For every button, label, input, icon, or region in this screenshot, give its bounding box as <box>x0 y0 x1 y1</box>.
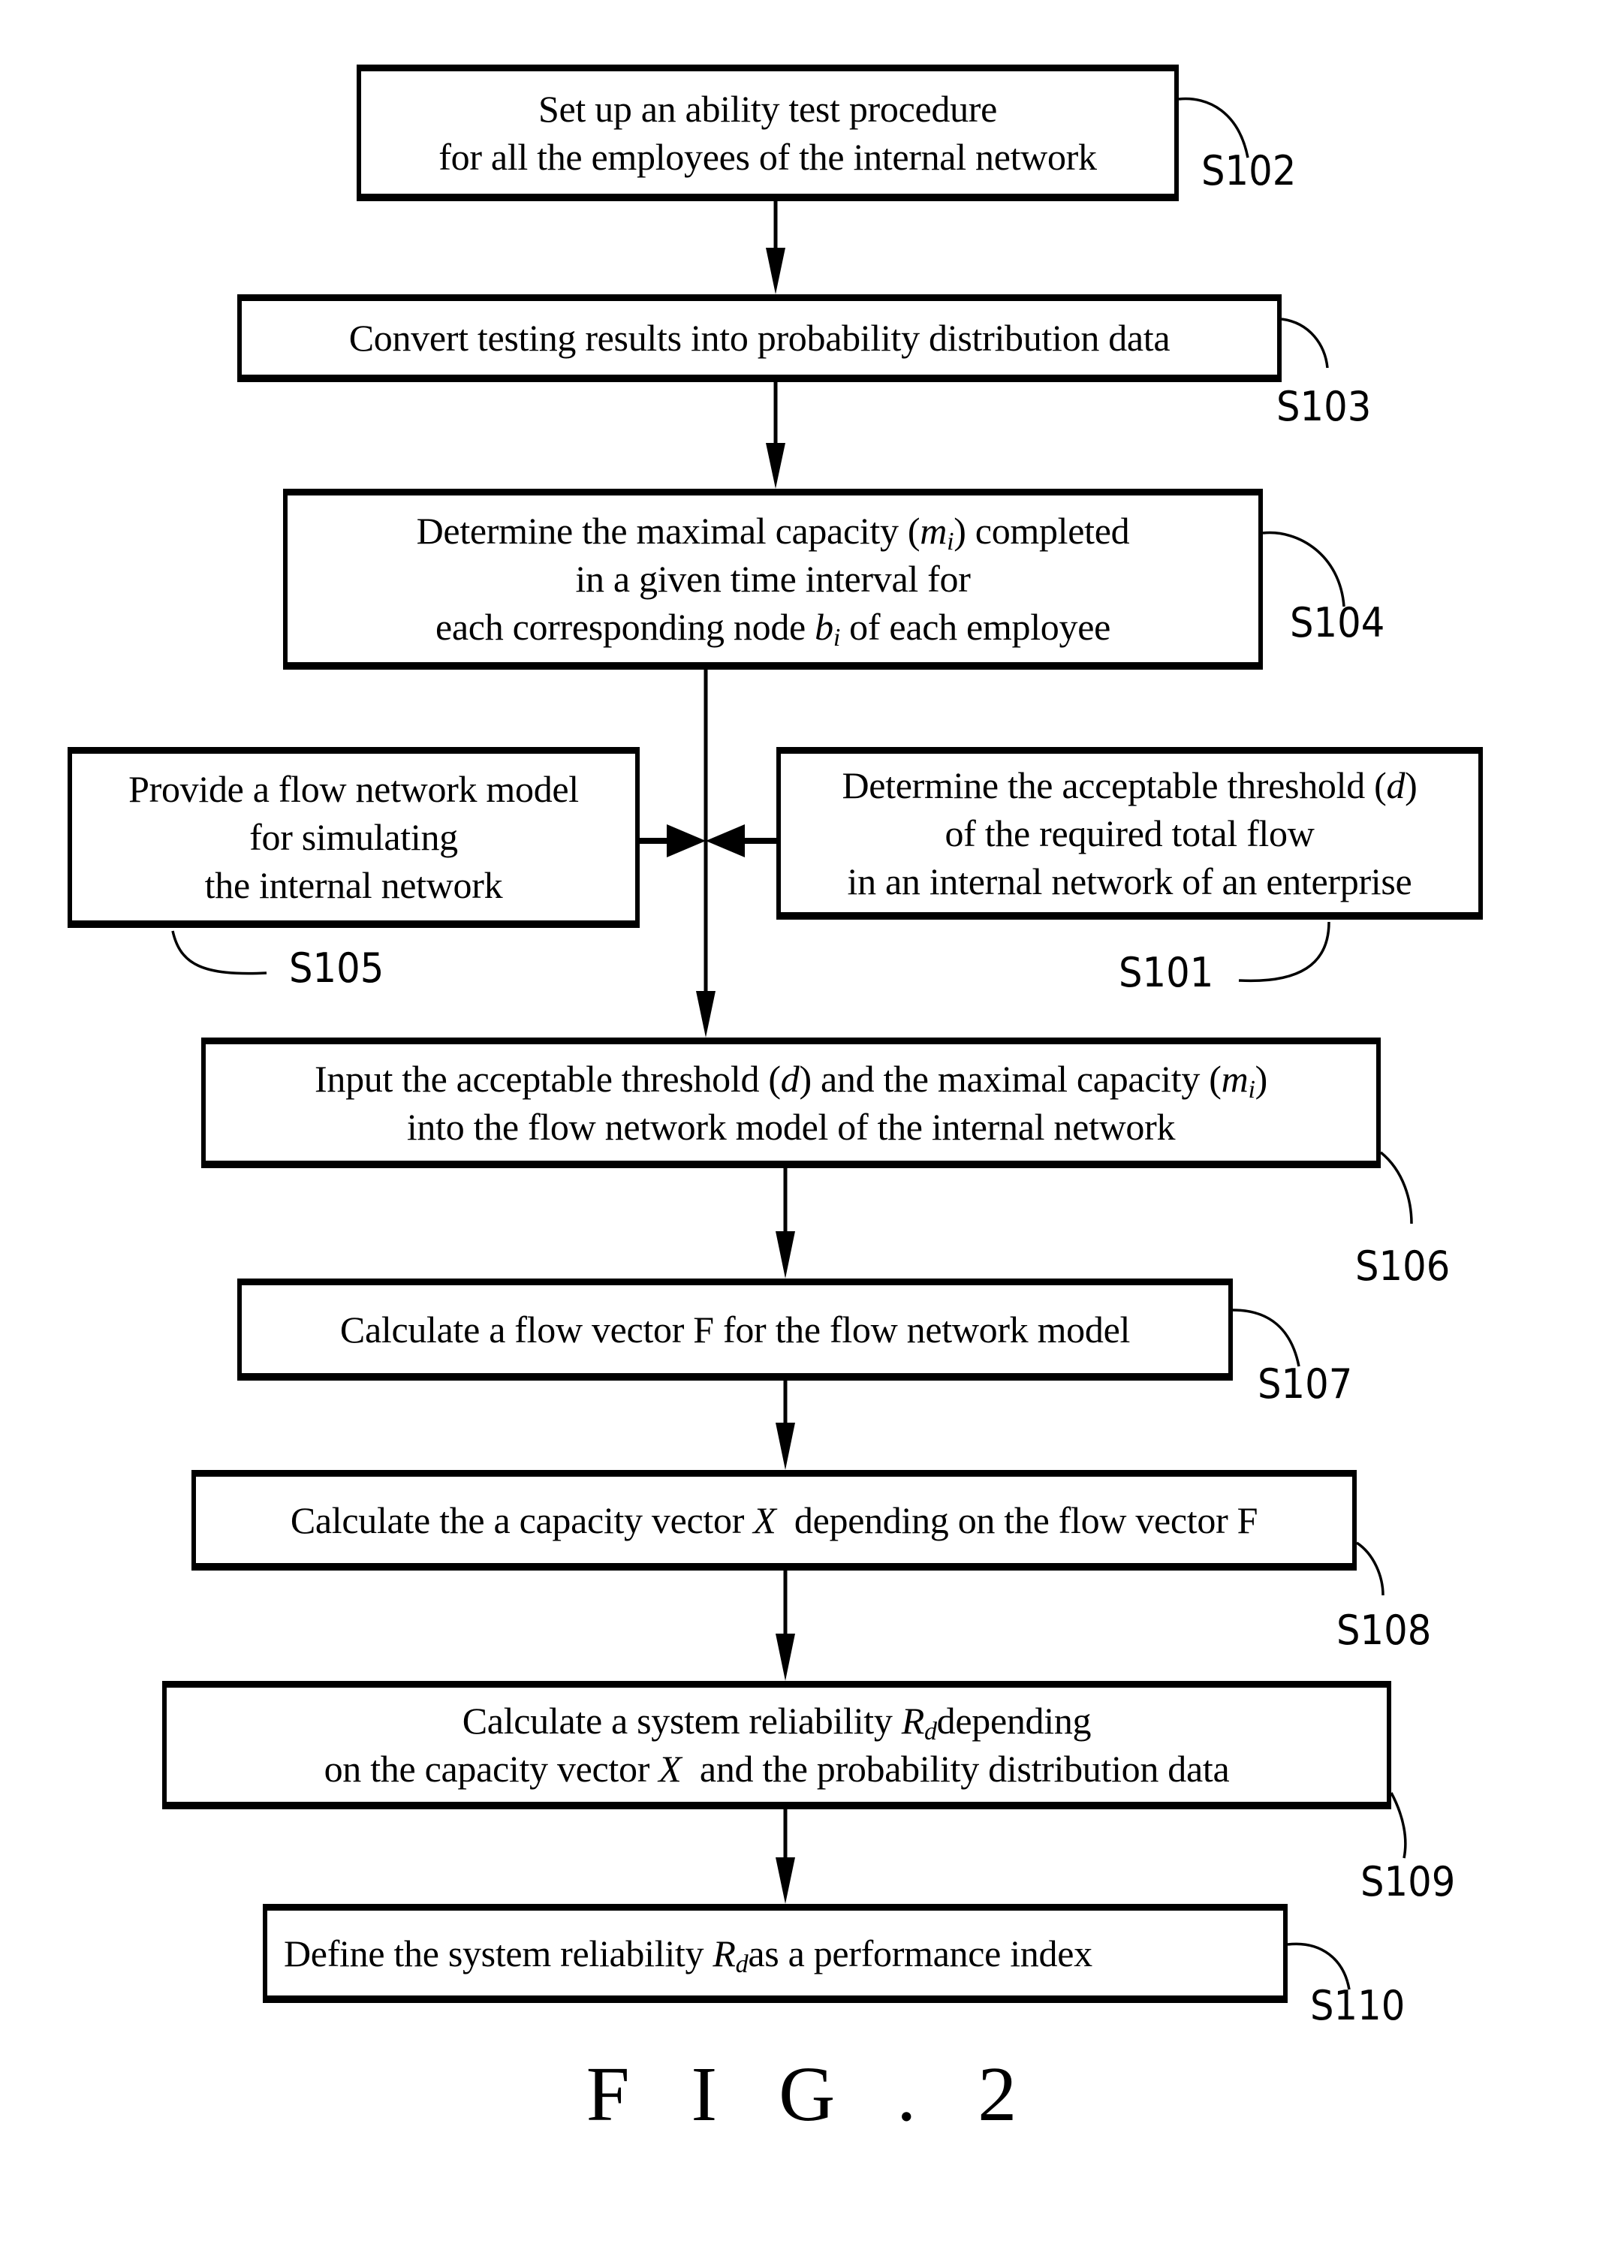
leader-s107 <box>1232 1309 1300 1367</box>
text-fragment: Define the system reliability <box>284 1932 713 1974</box>
text-fragment: Determine the acceptable threshold ( <box>842 764 1387 806</box>
text-fragment: depending <box>936 1700 1092 1742</box>
step-label-s109: S109 <box>1360 1858 1456 1905</box>
step-label-s103: S103 <box>1276 383 1372 430</box>
step-label-s107: S107 <box>1258 1360 1353 1408</box>
figure-caption: F I G . 2 <box>586 2051 1038 2137</box>
step-label-s106: S106 <box>1355 1242 1451 1290</box>
math-variable: d <box>780 1057 800 1100</box>
math-variable: X <box>753 1498 776 1541</box>
text-fragment: ) <box>1405 764 1418 806</box>
step-text-line: for simulating <box>249 816 458 858</box>
arrowhead-s108 <box>776 1423 795 1470</box>
text-fragment: ) <box>1255 1057 1268 1100</box>
step-text-line: Calculate the a capacity vector X depend… <box>291 1496 1258 1544</box>
step-text-line: Convert testing results into probability… <box>348 317 1171 359</box>
math-variable: d <box>1386 764 1406 806</box>
arrowhead-s104 <box>766 443 785 489</box>
math-subscript: i <box>1248 1075 1255 1104</box>
math-subscript: d <box>923 1718 937 1745</box>
step-text-line: Input the acceptable threshold (d) and t… <box>315 1055 1267 1103</box>
arrowhead-s106 <box>696 991 716 1038</box>
math-variable: X <box>658 1748 682 1790</box>
text-fragment: Input the acceptable threshold ( <box>315 1057 781 1100</box>
math-variable: b <box>815 606 833 648</box>
text-fragment: on the capacity vector <box>324 1748 659 1790</box>
step-text-line: Calculate a flow vector F for the flow n… <box>339 1308 1131 1351</box>
step-text-line: on the capacity vector X and the probabi… <box>324 1745 1230 1793</box>
step-label-s110: S110 <box>1310 1982 1406 2029</box>
step-box-s107: Calculate a flow vector F for the flow n… <box>237 1279 1233 1381</box>
step-box-s110: Define the system reliability Rdas a per… <box>263 1904 1288 2003</box>
step-text-line: Define the system reliability Rdas a per… <box>284 1929 1092 1977</box>
step-text-line: each corresponding node bi of each emplo… <box>435 603 1110 651</box>
leader-s105 <box>171 930 267 975</box>
step-text-line: for all the employees of the internal ne… <box>438 135 1097 178</box>
step-text-line: in an internal network of an enterprise <box>847 860 1412 902</box>
text-fragment: Calculate the a capacity vector <box>290 1498 754 1541</box>
text-fragment: Determine the maximal capacity ( <box>416 510 920 552</box>
text-fragment: each corresponding node <box>435 606 815 648</box>
step-label-s104: S104 <box>1290 599 1385 646</box>
step-box-s105: Provide a flow network model for simulat… <box>68 747 640 928</box>
step-text-line: Provide a flow network model <box>128 768 579 810</box>
text-fragment: and the probability distribution data <box>681 1748 1230 1790</box>
step-text-line: Determine the acceptable threshold (d) <box>842 761 1417 809</box>
math-variable: R <box>713 1932 736 1974</box>
text-fragment: as a performance index <box>748 1932 1092 1974</box>
text-fragment: ) completed <box>954 510 1130 552</box>
step-text-line: in a given time interval for <box>575 558 971 600</box>
arrowhead-s103 <box>766 248 785 294</box>
arrowhead-s109 <box>776 1634 795 1681</box>
arrowhead-s107 <box>776 1231 795 1279</box>
text-fragment: ) and the maximal capacity ( <box>799 1057 1222 1100</box>
math-variable: m <box>920 510 948 552</box>
step-label-s101: S101 <box>1119 949 1214 996</box>
math-variable: R <box>901 1700 925 1742</box>
step-text-line: the internal network <box>204 864 503 906</box>
step-box-s106: Input the acceptable threshold (d) and t… <box>201 1038 1381 1168</box>
text-fragment: of each employee <box>839 606 1110 648</box>
leader-s101 <box>1238 921 1330 983</box>
step-text-line: Set up an ability test procedure <box>538 87 998 130</box>
step-box-s104: Determine the maximal capacity (mi) comp… <box>283 489 1263 670</box>
step-label-s108: S108 <box>1336 1607 1432 1654</box>
step-box-s103: Convert testing results into probability… <box>237 294 1282 382</box>
step-label-s105: S105 <box>289 944 384 992</box>
step-label-s102: S102 <box>1201 147 1297 194</box>
step-box-s108: Calculate the a capacity vector X depend… <box>191 1470 1357 1571</box>
text-fragment: depending on the flow vector F <box>776 1498 1258 1541</box>
step-text-line: Calculate a system reliability Rddependi… <box>462 1697 1092 1745</box>
step-box-s101: Determine the acceptable threshold (d) o… <box>776 747 1483 920</box>
leader-s109 <box>1390 1792 1407 1859</box>
leader-s104 <box>1262 531 1345 607</box>
arrowhead-from-s101 <box>706 824 745 857</box>
step-box-s109: Calculate a system reliability Rddependi… <box>162 1681 1391 1809</box>
step-box-s102: Set up an ability test procedure for all… <box>357 65 1179 201</box>
step-text-line: into the flow network model of the inter… <box>406 1105 1176 1148</box>
math-subscript: d <box>735 1950 749 1978</box>
math-subscript: i <box>833 624 840 652</box>
math-subscript: i <box>947 528 954 556</box>
math-variable: m <box>1221 1057 1249 1100</box>
leader-s106 <box>1379 1151 1413 1224</box>
leader-s108 <box>1356 1541 1384 1596</box>
step-text-line: of the required total flow <box>945 812 1315 854</box>
arrowhead-from-s105 <box>667 824 706 857</box>
arrowhead-s110 <box>776 1857 795 1904</box>
leader-s103 <box>1281 318 1329 369</box>
step-text-line: Determine the maximal capacity (mi) comp… <box>417 507 1130 555</box>
text-fragment: Calculate a system reliability <box>462 1700 902 1742</box>
